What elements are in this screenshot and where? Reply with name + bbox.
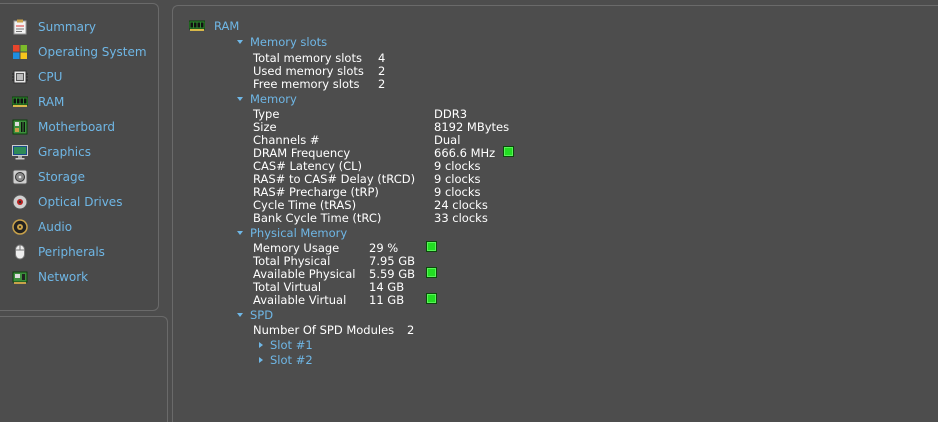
hard-drive-icon xyxy=(12,169,28,185)
sidebar-item-optical-drives[interactable]: Optical Drives xyxy=(12,192,122,212)
row-value: 9 clocks xyxy=(434,159,481,173)
caret-right-icon xyxy=(259,342,263,348)
row-label: Available Virtual xyxy=(253,293,347,307)
caret-down-icon xyxy=(237,40,243,44)
sidebar-item-label: CPU xyxy=(38,70,63,84)
mouse-icon xyxy=(12,244,28,260)
sidebar-item-label: Graphics xyxy=(38,145,91,159)
row-label: Available Physical xyxy=(253,267,356,281)
caret-down-icon xyxy=(237,231,243,235)
row-value: 33 clocks xyxy=(434,211,488,225)
ram-stick-icon xyxy=(12,94,28,110)
windows-logo-icon xyxy=(12,44,28,60)
sidebar-item-ram[interactable]: RAM xyxy=(12,92,64,112)
section-heading: Memory xyxy=(250,92,297,106)
sidebar-item-label: Storage xyxy=(38,170,85,184)
page-title-text: RAM xyxy=(214,19,240,33)
row-value: Dual xyxy=(434,133,461,147)
sidebar-item-network[interactable]: Network xyxy=(12,267,88,287)
tree-item-slot-1[interactable]: Slot #1 xyxy=(259,338,313,352)
sidebar-item-label: Network xyxy=(38,270,89,284)
section-spd[interactable]: SPD xyxy=(237,308,273,322)
tree-item-label: Slot #1 xyxy=(270,338,313,352)
details-panel: RAM Memory slots Total memory slots 4 Us… xyxy=(172,5,938,422)
row-value: 7.95 GB xyxy=(369,254,416,268)
status-indicator[interactable] xyxy=(426,267,437,278)
sidebar-item-label: Peripherals xyxy=(38,245,105,259)
row-label: RAS# to CAS# Delay (tRCD) xyxy=(253,172,416,186)
row-value: 14 GB xyxy=(369,280,405,294)
row-value: 24 clocks xyxy=(434,198,488,212)
motherboard-icon xyxy=(12,119,28,135)
section-memory[interactable]: Memory xyxy=(237,92,297,106)
row-label: Used memory slots xyxy=(253,64,364,78)
sidebar-item-label: Summary xyxy=(38,20,96,34)
row-label: Cycle Time (tRAS) xyxy=(253,198,357,212)
row-label: Memory Usage xyxy=(253,241,340,255)
sidebar-item-cpu[interactable]: CPU xyxy=(12,67,62,87)
sidebar-item-storage[interactable]: Storage xyxy=(12,167,85,187)
sidebar-item-label: Motherboard xyxy=(38,120,115,134)
monitor-icon xyxy=(12,144,28,160)
cpu-chip-icon xyxy=(12,69,28,85)
row-value: 2 xyxy=(378,77,386,91)
row-label: Bank Cycle Time (tRC) xyxy=(253,211,382,225)
row-label: Total Physical xyxy=(253,254,331,268)
row-label: CAS# Latency (CL) xyxy=(253,159,363,173)
sidebar-item-summary[interactable]: Summary xyxy=(12,17,96,37)
caret-right-icon xyxy=(259,357,263,363)
section-heading: Memory slots xyxy=(250,35,328,49)
caret-down-icon xyxy=(237,313,243,317)
sidebar-item-label: RAM xyxy=(38,95,65,109)
row-value: 5.59 GB xyxy=(369,267,416,281)
sidebar-item-label: Optical Drives xyxy=(38,195,123,209)
caret-down-icon xyxy=(237,97,243,101)
sidebar-item-label: Operating System xyxy=(38,45,147,59)
sidebar-item-graphics[interactable]: Graphics xyxy=(12,142,91,162)
tree-item-label: Slot #2 xyxy=(270,353,313,367)
row-value: 9 clocks xyxy=(434,172,481,186)
section-memory-slots[interactable]: Memory slots xyxy=(237,35,327,49)
sidebar-item-peripherals[interactable]: Peripherals xyxy=(12,242,105,262)
sidebar-item-operating-system[interactable]: Operating System xyxy=(12,42,147,62)
row-value: 8192 MBytes xyxy=(434,120,510,134)
tree-item-slot-2[interactable]: Slot #2 xyxy=(259,353,313,367)
row-label: DRAM Frequency xyxy=(253,146,351,160)
row-value: DDR3 xyxy=(434,107,468,121)
section-physical-memory[interactable]: Physical Memory xyxy=(237,226,347,240)
network-icon xyxy=(12,269,28,285)
summary-icon xyxy=(12,19,28,35)
row-value: 2 xyxy=(378,64,386,78)
row-label: Free memory slots xyxy=(253,77,360,91)
row-value: 4 xyxy=(378,51,386,65)
row-value: 9 clocks xyxy=(434,185,481,199)
row-value: 2 xyxy=(407,323,415,337)
optical-disc-icon xyxy=(12,194,28,210)
sidebar-item-audio[interactable]: Audio xyxy=(12,217,72,237)
status-indicator[interactable] xyxy=(503,146,514,157)
row-value: 29 % xyxy=(369,241,399,255)
sidebar-empty-panel xyxy=(0,316,168,422)
row-label: Number Of SPD Modules xyxy=(253,323,395,337)
row-value: 11 GB xyxy=(369,293,405,307)
row-value: 666.6 MHz xyxy=(434,146,496,160)
status-indicator[interactable] xyxy=(426,241,437,252)
row-label: Total memory slots xyxy=(253,51,362,65)
speaker-icon xyxy=(12,219,28,235)
sidebar: Summary Operating System CPU RAM Motherb… xyxy=(0,3,159,311)
row-label: Type xyxy=(253,107,280,121)
section-heading: Physical Memory xyxy=(250,226,348,240)
sidebar-item-label: Audio xyxy=(38,220,73,234)
row-label: Channels # xyxy=(253,133,320,147)
row-label: Size xyxy=(253,120,277,134)
row-label: Total Virtual xyxy=(253,280,322,294)
section-heading: SPD xyxy=(250,308,274,322)
row-label: RAS# Precharge (tRP) xyxy=(253,185,379,199)
sidebar-item-motherboard[interactable]: Motherboard xyxy=(12,117,115,137)
page-title: RAM xyxy=(189,19,239,33)
ram-stick-icon xyxy=(189,20,205,32)
status-indicator[interactable] xyxy=(426,293,437,304)
